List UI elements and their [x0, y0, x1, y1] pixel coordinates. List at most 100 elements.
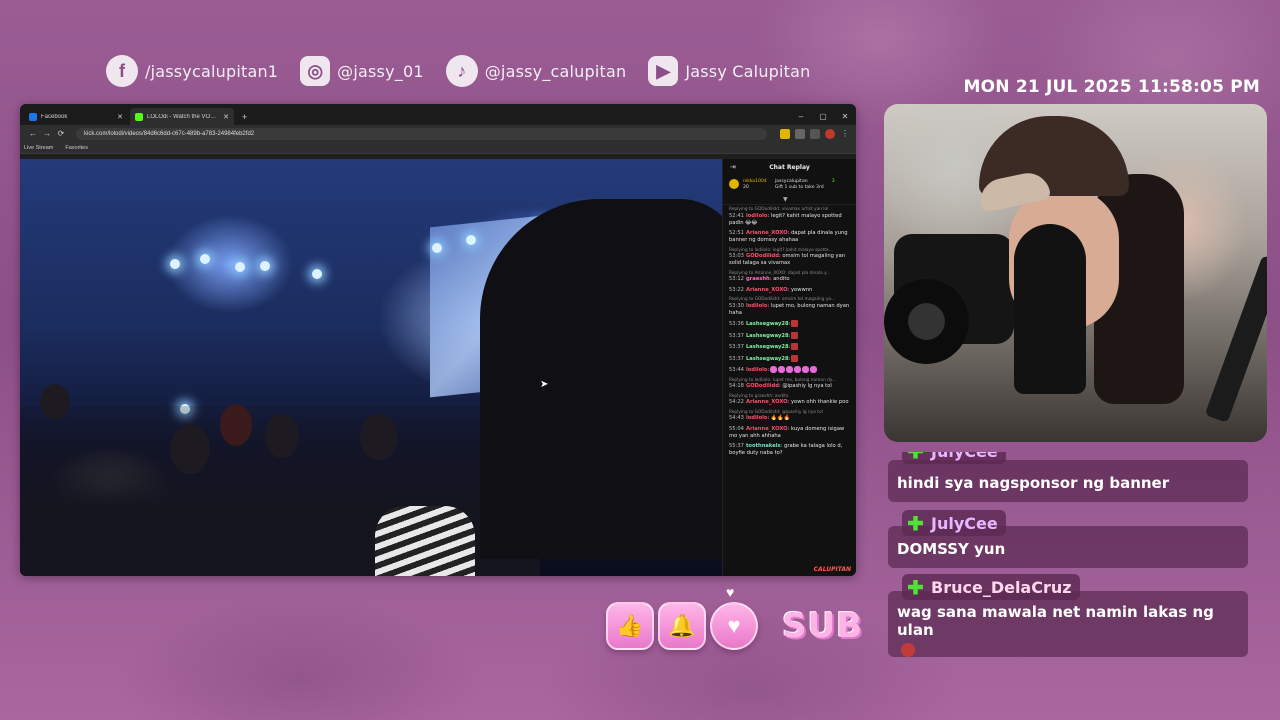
window-controls: – ▢ ✕ [790, 112, 856, 125]
chat-username[interactable]: GODodilidd [746, 253, 779, 259]
stage-light [170, 259, 180, 269]
chat-username[interactable]: Lashsegway28 [746, 333, 789, 339]
overlay-chat-message: hindi sya nagsponsor ng banner [888, 460, 1248, 502]
back-icon[interactable]: ← [26, 129, 40, 138]
plus-badge-icon [908, 579, 923, 595]
maximize-button[interactable]: ▢ [812, 112, 834, 125]
crown-icon [729, 179, 739, 189]
close-tab-icon[interactable]: ✕ [223, 113, 229, 121]
message-timestamp: 53:37 [729, 332, 744, 339]
minimize-button[interactable]: – [790, 112, 812, 125]
second-gifter: jassycalupitan Gift 1 sub to take 3rd [775, 179, 824, 191]
chat-username[interactable]: lodilolo [746, 415, 768, 421]
tab-title: LOLOdi - Watch the VOD on [147, 113, 221, 120]
chat-message-text: : [788, 332, 791, 339]
mouse-cursor-icon: ➤ [540, 379, 549, 390]
chat-message[interactable]: 53:37 Lashsegway28: [729, 331, 850, 340]
chat-username[interactable]: Arianne_XOXO [746, 230, 788, 236]
engagement-actions: 👍 🔔 ♥ SUB [606, 596, 863, 656]
chat-username[interactable]: lodilolo [746, 367, 768, 373]
message-timestamp: 52:51 [729, 230, 744, 236]
social-link: f/jassycalupitan1 [106, 55, 278, 87]
crowd-head [170, 424, 210, 474]
crowd-head [265, 414, 299, 458]
extensions-puzzle-icon[interactable] [795, 128, 805, 139]
chat-username[interactable]: GODodilidd [746, 383, 779, 389]
overlay-chat-text: hindi sya nagsponsor ng banner [897, 474, 1170, 492]
emote-icon [901, 643, 915, 657]
chat-message[interactable]: 53:22 Arianne_XOXO: yowwnn [729, 287, 850, 294]
chat-message[interactable]: 53:44 lodilolo: [729, 366, 850, 374]
overlay-chat-text: DOMSSY yun [897, 540, 1006, 558]
foreground-person [480, 199, 722, 559]
emote-icon [794, 366, 802, 373]
chat-message[interactable]: Replying to lodilolo: lupet mo, bulong n… [729, 378, 850, 391]
gift-prompt[interactable]: Gift 1 sub to take 3rd [775, 185, 824, 191]
chat-replay-header: ⇥ Chat Replay [723, 159, 856, 175]
chat-username[interactable]: toothnakels [746, 443, 781, 449]
chat-username[interactable]: Arianne_XOXO [746, 287, 788, 293]
chat-message-list[interactable]: Replying to GODodilidd: vivamax artist y… [723, 205, 856, 463]
webcam-feed [884, 104, 1267, 442]
chat-message[interactable]: Replying to Arianne_XOXO: dapat pla dina… [729, 271, 850, 284]
pinned-gift-leaderboard: nikko1004 20 jassycalupitan Gift 1 sub t… [723, 175, 856, 205]
chat-message[interactable]: Replying to GODodilidd: omsim tol magali… [729, 297, 850, 317]
chat-username[interactable]: Arianne_XOXO [746, 399, 788, 405]
stage-light [312, 269, 322, 279]
social-links: f/jassycalupitan1 ◎ @jassy_01 ♪ @jassy_calup… [106, 55, 832, 87]
chat-message[interactable]: Replying to lodilolo: legit? kahit malay… [729, 248, 850, 268]
chat-message[interactable]: 55:37 toothnakels: grabe ka talaga lolo d… [729, 443, 850, 457]
url-input[interactable]: kick.com/lolodi/videos/84d6c6dd-c67c-489… [76, 127, 767, 140]
crowd-head [40, 384, 70, 420]
chat-message[interactable]: Replying to graeshh: andito 54:22 Arianne_… [729, 394, 850, 407]
sub-label: SUB [782, 606, 864, 646]
overlay-chat-username: JulyCee [931, 513, 998, 533]
social-handle: /jassycalupitan1 [145, 61, 279, 81]
emote-icon [802, 366, 810, 373]
profile-avatar-icon[interactable] [825, 128, 835, 139]
chat-message[interactable]: 55:04 Arianne_XOXO: kuya domeng isigaw mo… [729, 426, 850, 440]
bookmarks-bar: Live Stream Favorites [20, 142, 856, 154]
heart-icon: ♥ [710, 602, 758, 650]
emote-icon [791, 331, 799, 339]
chat-username[interactable]: graeshh [746, 276, 770, 282]
chat-username[interactable]: Arianne_XOXO [746, 426, 788, 432]
close-tab-icon[interactable]: ✕ [117, 113, 123, 121]
chat-message[interactable]: Replying to GODodilidd: @ipashiy lg nya … [729, 410, 850, 423]
browser-tab[interactable]: LOLOdi - Watch the VOD on ✕ [130, 108, 234, 125]
favicon-icon [135, 112, 143, 121]
chat-message[interactable]: 53:37 Lashsegway28: [729, 343, 850, 351]
chat-message[interactable]: 52:51 Arianne_XOXO: dapat pla dinala yung… [729, 230, 850, 244]
chat-username[interactable]: Lashsegway28 [746, 356, 789, 362]
close-window-button[interactable]: ✕ [834, 112, 856, 125]
extension-icon[interactable] [780, 128, 790, 139]
chat-username[interactable]: lodilolo [746, 303, 768, 309]
top-gifter: nikko1004 20 [743, 179, 767, 191]
chat-message[interactable]: 53:37 Lashsegway28: [729, 354, 850, 363]
chat-username[interactable]: Lashsegway28 [746, 344, 789, 350]
bookmark-live-stream[interactable]: Live Stream [24, 145, 53, 151]
collapse-chat-icon[interactable]: ⇥ [730, 163, 736, 171]
bookmark-favorites[interactable]: Favorites [65, 145, 88, 151]
browser-window: Facebook ✕ LOLOdi - Watch the VOD on ✕ + – ▢ ✕ … [20, 104, 856, 576]
like-icon: 👍 [606, 602, 654, 650]
chat-message[interactable]: Replying to GODodilidd: vivamax artist y… [729, 207, 850, 227]
message-timestamp: 53:22 [729, 286, 744, 293]
chat-message-text: : [767, 367, 770, 373]
chat-message[interactable]: 53:36 Lashsegway28: [729, 320, 850, 328]
address-bar-row: ← → ⟳ kick.com/lolodi/videos/84d6c6dd-c6… [20, 125, 856, 142]
overlay-chat-name-tag: JulyCee [902, 510, 1006, 536]
social-link: ◎ @jassy_01 [300, 56, 424, 86]
browser-tab[interactable]: Facebook ✕ [24, 108, 128, 125]
forward-icon[interactable]: → [40, 129, 54, 138]
menu-kebab-icon[interactable]: ⋮ [840, 129, 850, 139]
chevron-down-icon[interactable]: ▼ [783, 196, 788, 203]
reload-icon[interactable]: ⟳ [54, 129, 68, 138]
download-icon[interactable] [810, 128, 820, 139]
favicon-icon [29, 112, 37, 121]
new-tab-button[interactable]: + [236, 112, 253, 125]
chat-username[interactable]: Lashsegway28 [746, 321, 789, 327]
chat-username[interactable]: lodilolo [746, 213, 768, 219]
microphone [1014, 224, 1086, 394]
vod-video-player[interactable]: ➤ [20, 159, 722, 576]
